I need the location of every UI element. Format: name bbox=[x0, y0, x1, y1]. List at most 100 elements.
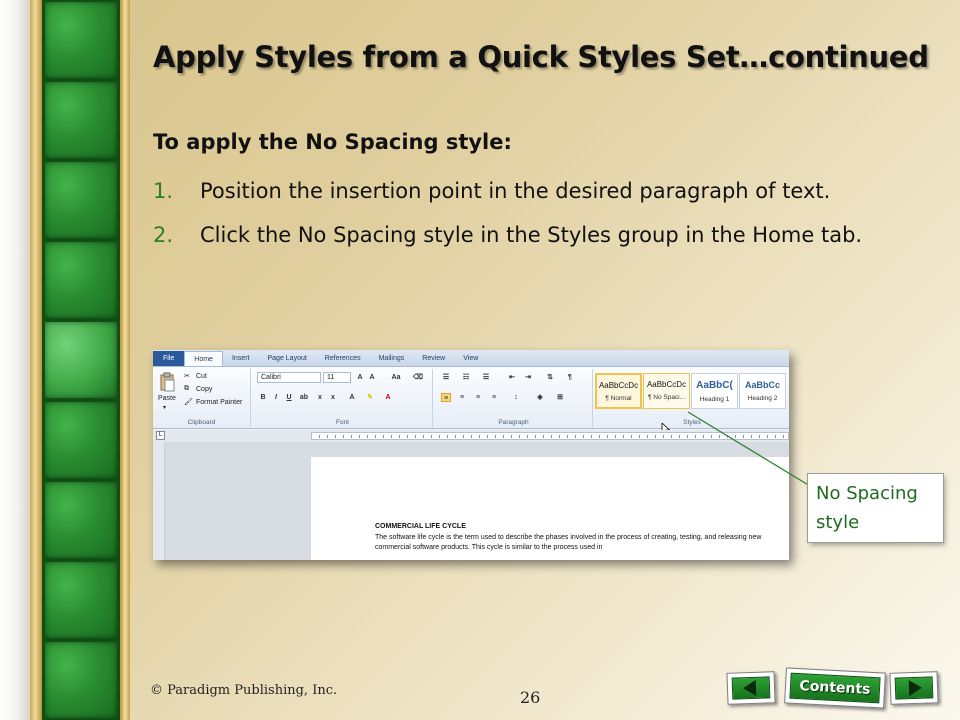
steps-list: 1. Position the insertion point in the d… bbox=[153, 174, 893, 262]
cut-icon[interactable]: ✂ bbox=[184, 372, 190, 380]
list-item: 1. Position the insertion point in the d… bbox=[153, 174, 893, 208]
tab-selector-icon[interactable]: L bbox=[156, 431, 165, 440]
style-preview: AaBbC( bbox=[696, 380, 733, 391]
step-text: Click the No Spacing style in the Styles… bbox=[200, 223, 863, 247]
italic-icon[interactable]: I bbox=[271, 393, 281, 402]
slide-subheading: To apply the No Spacing style: bbox=[153, 130, 512, 154]
bullets-icon[interactable]: ☰ bbox=[441, 373, 451, 382]
superscript-icon[interactable]: x bbox=[328, 393, 338, 402]
strikethrough-icon[interactable]: ab bbox=[299, 393, 309, 402]
multilevel-list-icon[interactable]: ☰ bbox=[481, 373, 491, 382]
tab-home[interactable]: Home bbox=[184, 351, 223, 366]
style-name: ¶ No Spaci... bbox=[647, 394, 686, 401]
style-heading-1[interactable]: AaBbC( Heading 1 bbox=[691, 373, 738, 409]
shading-icon[interactable]: ◈ bbox=[535, 393, 545, 402]
line-spacing-icon[interactable]: ↕ bbox=[511, 393, 521, 402]
green-tile bbox=[45, 242, 117, 318]
styles-label: Styles bbox=[683, 419, 701, 426]
paste-button[interactable]: Paste bbox=[158, 395, 176, 402]
ruler-scale[interactable] bbox=[311, 432, 789, 440]
grow-font-icon[interactable]: A bbox=[355, 373, 365, 382]
step-number: 1. bbox=[153, 179, 174, 203]
ribbon-tab-bar: File Home Insert Page Layout References … bbox=[153, 350, 789, 367]
right-gold-strip bbox=[120, 0, 130, 720]
no-spacing-callout: No Spacing style bbox=[807, 473, 944, 543]
clear-format-icon[interactable]: ⌫ bbox=[413, 373, 423, 382]
left-white-strip bbox=[0, 0, 30, 720]
format-painter-icon[interactable]: 🖌 bbox=[184, 398, 193, 406]
style-name: ¶ Normal bbox=[605, 395, 632, 402]
left-gold-strip bbox=[30, 0, 42, 720]
contents-button[interactable]: Contents bbox=[784, 667, 886, 709]
copy-icon[interactable]: ⧉ bbox=[184, 385, 189, 393]
style-name: Heading 1 bbox=[699, 396, 730, 403]
copyright-text: © Paradigm Publishing, Inc. bbox=[150, 683, 338, 698]
sort-icon[interactable]: ⇅ bbox=[545, 373, 555, 382]
shrink-font-icon[interactable]: A bbox=[367, 373, 377, 382]
copy-button[interactable]: Copy bbox=[196, 386, 212, 393]
underline-icon[interactable]: U bbox=[284, 393, 294, 402]
bold-icon[interactable]: B bbox=[258, 393, 268, 402]
ribbon: Paste ▾ ✂ Cut ⧉ Copy 🖌 Format Painter Cl… bbox=[153, 367, 789, 435]
style-normal[interactable]: AaBbCcDc ¶ Normal bbox=[595, 373, 642, 409]
green-tile bbox=[45, 322, 117, 398]
align-center-icon[interactable]: ≡ bbox=[457, 393, 467, 402]
clipboard-label: Clipboard bbox=[187, 419, 216, 426]
tab-references[interactable]: References bbox=[316, 351, 370, 366]
vertical-ruler bbox=[153, 442, 165, 560]
green-tile bbox=[45, 2, 117, 78]
cut-button[interactable]: Cut bbox=[196, 373, 207, 380]
decrease-indent-icon[interactable]: ⇤ bbox=[507, 373, 517, 382]
paste-icon[interactable] bbox=[159, 372, 175, 392]
tab-insert[interactable]: Insert bbox=[223, 351, 259, 366]
tab-mailings[interactable]: Mailings bbox=[370, 351, 414, 366]
align-left-icon[interactable]: ≡ bbox=[441, 393, 451, 402]
document-body: The software life cycle is the term used… bbox=[375, 534, 762, 551]
green-tile bbox=[45, 82, 117, 158]
slide-title: Apply Styles from a Quick Styles Set…con… bbox=[153, 40, 929, 74]
page-number: 26 bbox=[520, 688, 541, 707]
horizontal-ruler: L bbox=[153, 430, 789, 442]
previous-slide-button[interactable] bbox=[726, 671, 776, 705]
paragraph-group: ☰ ☷ ☰ ⇤ ⇥ ⇅ ¶ ≡ ≡ ≡ ≡ ↕ ◈ ⊞ Paragraph bbox=[435, 369, 593, 427]
tab-file[interactable]: File bbox=[153, 351, 185, 366]
step-text: Position the insertion point in the desi… bbox=[200, 179, 831, 203]
change-case-icon[interactable]: Aa bbox=[391, 373, 401, 382]
align-right-icon[interactable]: ≡ bbox=[473, 393, 483, 402]
tab-review[interactable]: Review bbox=[413, 351, 454, 366]
style-preview: AaBbCcDc bbox=[646, 380, 687, 389]
show-marks-icon[interactable]: ¶ bbox=[565, 373, 575, 382]
font-size-combo[interactable]: 11 bbox=[323, 372, 351, 383]
font-color-icon[interactable]: A bbox=[383, 393, 393, 402]
tab-page-layout[interactable]: Page Layout bbox=[258, 351, 315, 366]
next-slide-button[interactable] bbox=[889, 671, 939, 705]
green-tile-column bbox=[42, 0, 120, 720]
green-tile bbox=[45, 402, 117, 478]
word-screenshot: File Home Insert Page Layout References … bbox=[153, 350, 789, 560]
contents-button-label: Contents bbox=[789, 672, 881, 704]
format-painter-button[interactable]: Format Painter bbox=[196, 399, 242, 406]
green-tile bbox=[45, 562, 117, 638]
paste-dropdown-icon[interactable]: ▾ bbox=[163, 404, 166, 411]
font-group: Calibri 11 A A Aa ⌫ B I U ab x x A ✎ A F… bbox=[253, 369, 433, 427]
style-preview: AaBbCcDc bbox=[598, 381, 639, 390]
text-effects-icon[interactable]: A bbox=[347, 393, 357, 402]
green-tile bbox=[45, 162, 117, 238]
arrow-left-icon bbox=[742, 679, 757, 697]
highlight-icon[interactable]: ✎ bbox=[365, 393, 375, 402]
justify-icon[interactable]: ≡ bbox=[489, 393, 499, 402]
increase-indent-icon[interactable]: ⇥ bbox=[523, 373, 533, 382]
numbering-icon[interactable]: ☷ bbox=[461, 373, 471, 382]
step-number: 2. bbox=[153, 223, 174, 247]
style-preview: AaBbCc bbox=[744, 380, 780, 390]
style-no-spacing[interactable]: AaBbCcDc ¶ No Spaci... bbox=[643, 373, 690, 409]
clipboard-group: Paste ▾ ✂ Cut ⧉ Copy 🖌 Format Painter Cl… bbox=[153, 369, 251, 427]
styles-group: AaBbCcDc ¶ Normal AaBbCcDc ¶ No Spaci...… bbox=[595, 369, 789, 427]
style-heading-2[interactable]: AaBbCc Heading 2 bbox=[739, 373, 786, 409]
style-name: Heading 2 bbox=[747, 395, 778, 402]
subscript-icon[interactable]: x bbox=[315, 393, 325, 402]
tab-view[interactable]: View bbox=[454, 351, 487, 366]
borders-icon[interactable]: ⊞ bbox=[555, 393, 565, 402]
font-name-combo[interactable]: Calibri bbox=[257, 372, 321, 383]
next-button-face bbox=[894, 676, 934, 700]
